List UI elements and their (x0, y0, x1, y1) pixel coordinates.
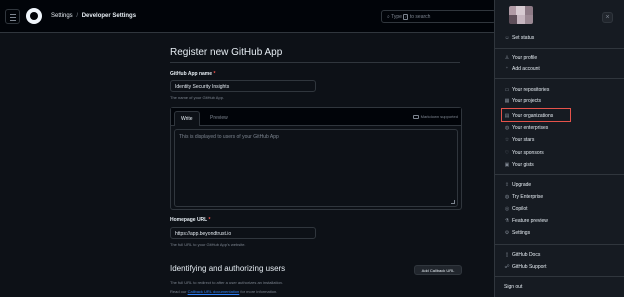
beaker-icon: ⚗ (504, 218, 510, 224)
homepage-input[interactable]: https://app.beyondtrust.io (170, 227, 316, 239)
copilot-icon: ◎ (504, 206, 510, 212)
menu-item-upgrade[interactable]: ⇪ Upgrade (504, 180, 531, 190)
menu-item-label: Your repositories (512, 87, 550, 93)
menu-item-sign-out[interactable]: Sign out (504, 282, 522, 292)
menu-item-set-status[interactable]: ☺ Set status (504, 33, 534, 43)
section-title: Identifying and authorizing users (170, 264, 286, 273)
person-icon: ♙ (504, 55, 510, 61)
repo-icon: ▭ (504, 87, 510, 93)
search-icon: ⌕ (387, 14, 390, 20)
menu-item-label: Sign out (504, 284, 523, 290)
page-title: Register new GitHub App (170, 47, 283, 58)
description-textarea[interactable]: This is displayed to users of your GitHu… (174, 129, 458, 207)
code-square-icon: ▣ (504, 162, 510, 168)
breadcrumb: Settings / Developer Settings (51, 12, 136, 20)
menu-divider (495, 276, 624, 277)
highlight-box (501, 108, 571, 122)
required-mark: * (208, 217, 211, 223)
avatar (509, 6, 533, 24)
search-input[interactable]: ⌕ Type / to search (381, 10, 496, 23)
app-name-label: GitHub App name * (170, 71, 216, 77)
menu-item-copilot[interactable]: ◎ Copilot (504, 204, 528, 214)
globe-icon: ◍ (504, 194, 510, 200)
menu-divider (495, 48, 624, 49)
menu-item-label: Try Enterprise (512, 194, 544, 200)
table-icon: ▦ (504, 98, 510, 104)
menu-item-feature-preview[interactable]: ⚗ Feature preview (504, 216, 548, 226)
app-name-value: Identity Security Insights (175, 84, 230, 90)
menu-item-your-stars[interactable]: ☆ Your stars (504, 135, 535, 145)
search-prefix: Type (391, 14, 402, 20)
app-name-hint: The name of your GitHub App. (170, 95, 225, 100)
section-hint-docs: Read our Callback URL documentation for … (170, 289, 278, 294)
menu-item-try-enterprise[interactable]: ◍ Try Enterprise (504, 192, 543, 202)
required-mark: * (213, 71, 216, 77)
breadcrumb-current[interactable]: Developer Settings (82, 13, 136, 19)
menu-item-label: GitHub Docs (512, 252, 541, 258)
add-callback-button[interactable]: Add Callback URL (414, 265, 462, 275)
menu-item-your-gists[interactable]: ▣ Your gists (504, 160, 534, 170)
close-icon[interactable]: × (602, 12, 613, 23)
menu-item-label: Your profile (512, 55, 538, 61)
homepage-label: Homepage URL * (170, 217, 211, 223)
search-suffix: to search (409, 14, 431, 20)
homepage-value: https://app.beyondtrust.io (175, 231, 232, 237)
menu-item-label: Your sponsors (512, 150, 544, 156)
markdown-icon (412, 115, 419, 119)
breadcrumb-settings[interactable]: Settings (51, 13, 73, 19)
person-add-icon: ⁺ (505, 66, 509, 72)
description-placeholder: This is displayed to users of your GitHu… (179, 134, 279, 140)
menu-item-label: Your projects (512, 98, 541, 104)
resize-handle-icon[interactable] (451, 200, 455, 204)
markdown-note[interactable]: Markdown supported (412, 114, 458, 119)
globe-icon: ◍ (504, 125, 510, 131)
gear-icon: ⚙ (504, 230, 510, 236)
menu-item-your-enterprises[interactable]: ◍ Your enterprises (504, 123, 548, 133)
menu-item-label: Settings (512, 230, 531, 236)
homepage-hint: The full URL to your GitHub App's websit… (170, 242, 246, 247)
smiley-icon: ☺ (504, 35, 510, 41)
menu-item-github-support[interactable]: ☍ GitHub Support (504, 262, 546, 272)
menu-item-label: Set status (512, 35, 535, 41)
menu-item-label: Your stars (512, 137, 535, 143)
upload-icon: ⇪ (504, 182, 510, 188)
tab-write[interactable]: Write (174, 111, 200, 126)
menu-item-your-repositories[interactable]: ▭ Your repositories (504, 85, 550, 95)
menu-item-label: Feature preview (512, 218, 548, 224)
search-shortcut-key: / (403, 14, 409, 20)
breadcrumb-separator: / (76, 13, 79, 19)
app-name-input[interactable]: Identity Security Insights (170, 80, 316, 92)
menu-item-settings[interactable]: ⚙ Settings (504, 228, 530, 238)
menu-divider (495, 244, 624, 245)
menu-divider (495, 174, 624, 175)
book-icon: ▯ (505, 252, 509, 258)
menu-item-label: Add account (512, 66, 540, 72)
menu-item-label: Copilot (512, 206, 528, 212)
title-divider (170, 62, 460, 63)
star-icon: ☆ (504, 137, 510, 143)
user-menu-drawer: × ☺ Set status ♙ Your profile ⁺ Add account ▭ Y… (494, 0, 624, 297)
menu-divider (495, 78, 624, 79)
menu-item-github-docs[interactable]: ▯ GitHub Docs (504, 250, 541, 260)
menu-item-your-profile[interactable]: ♙ Your profile (504, 53, 537, 63)
github-logo-icon[interactable] (26, 8, 42, 24)
menu-item-add-account[interactable]: ⁺ Add account (504, 64, 540, 74)
editor-tabs: Write Preview Markdown supported (171, 108, 461, 126)
menu-item-label: Your enterprises (512, 125, 549, 131)
people-icon: ☍ (504, 264, 510, 270)
menu-icon[interactable] (5, 9, 20, 24)
heart-icon: ♡ (504, 150, 510, 156)
menu-item-your-sponsors[interactable]: ♡ Your sponsors (504, 148, 544, 158)
callback-docs-link[interactable]: Callback URL documentation (188, 289, 240, 294)
menu-item-label: Your gists (512, 162, 534, 168)
menu-item-label: Upgrade (512, 182, 532, 188)
section-hint: The full URL to redirect to after a user… (170, 280, 284, 285)
description-editor: Write Preview Markdown supported This is… (170, 107, 462, 210)
menu-item-your-projects[interactable]: ▦ Your projects (504, 96, 541, 106)
menu-item-label: GitHub Support (512, 264, 547, 270)
tab-preview[interactable]: Preview (204, 111, 234, 126)
